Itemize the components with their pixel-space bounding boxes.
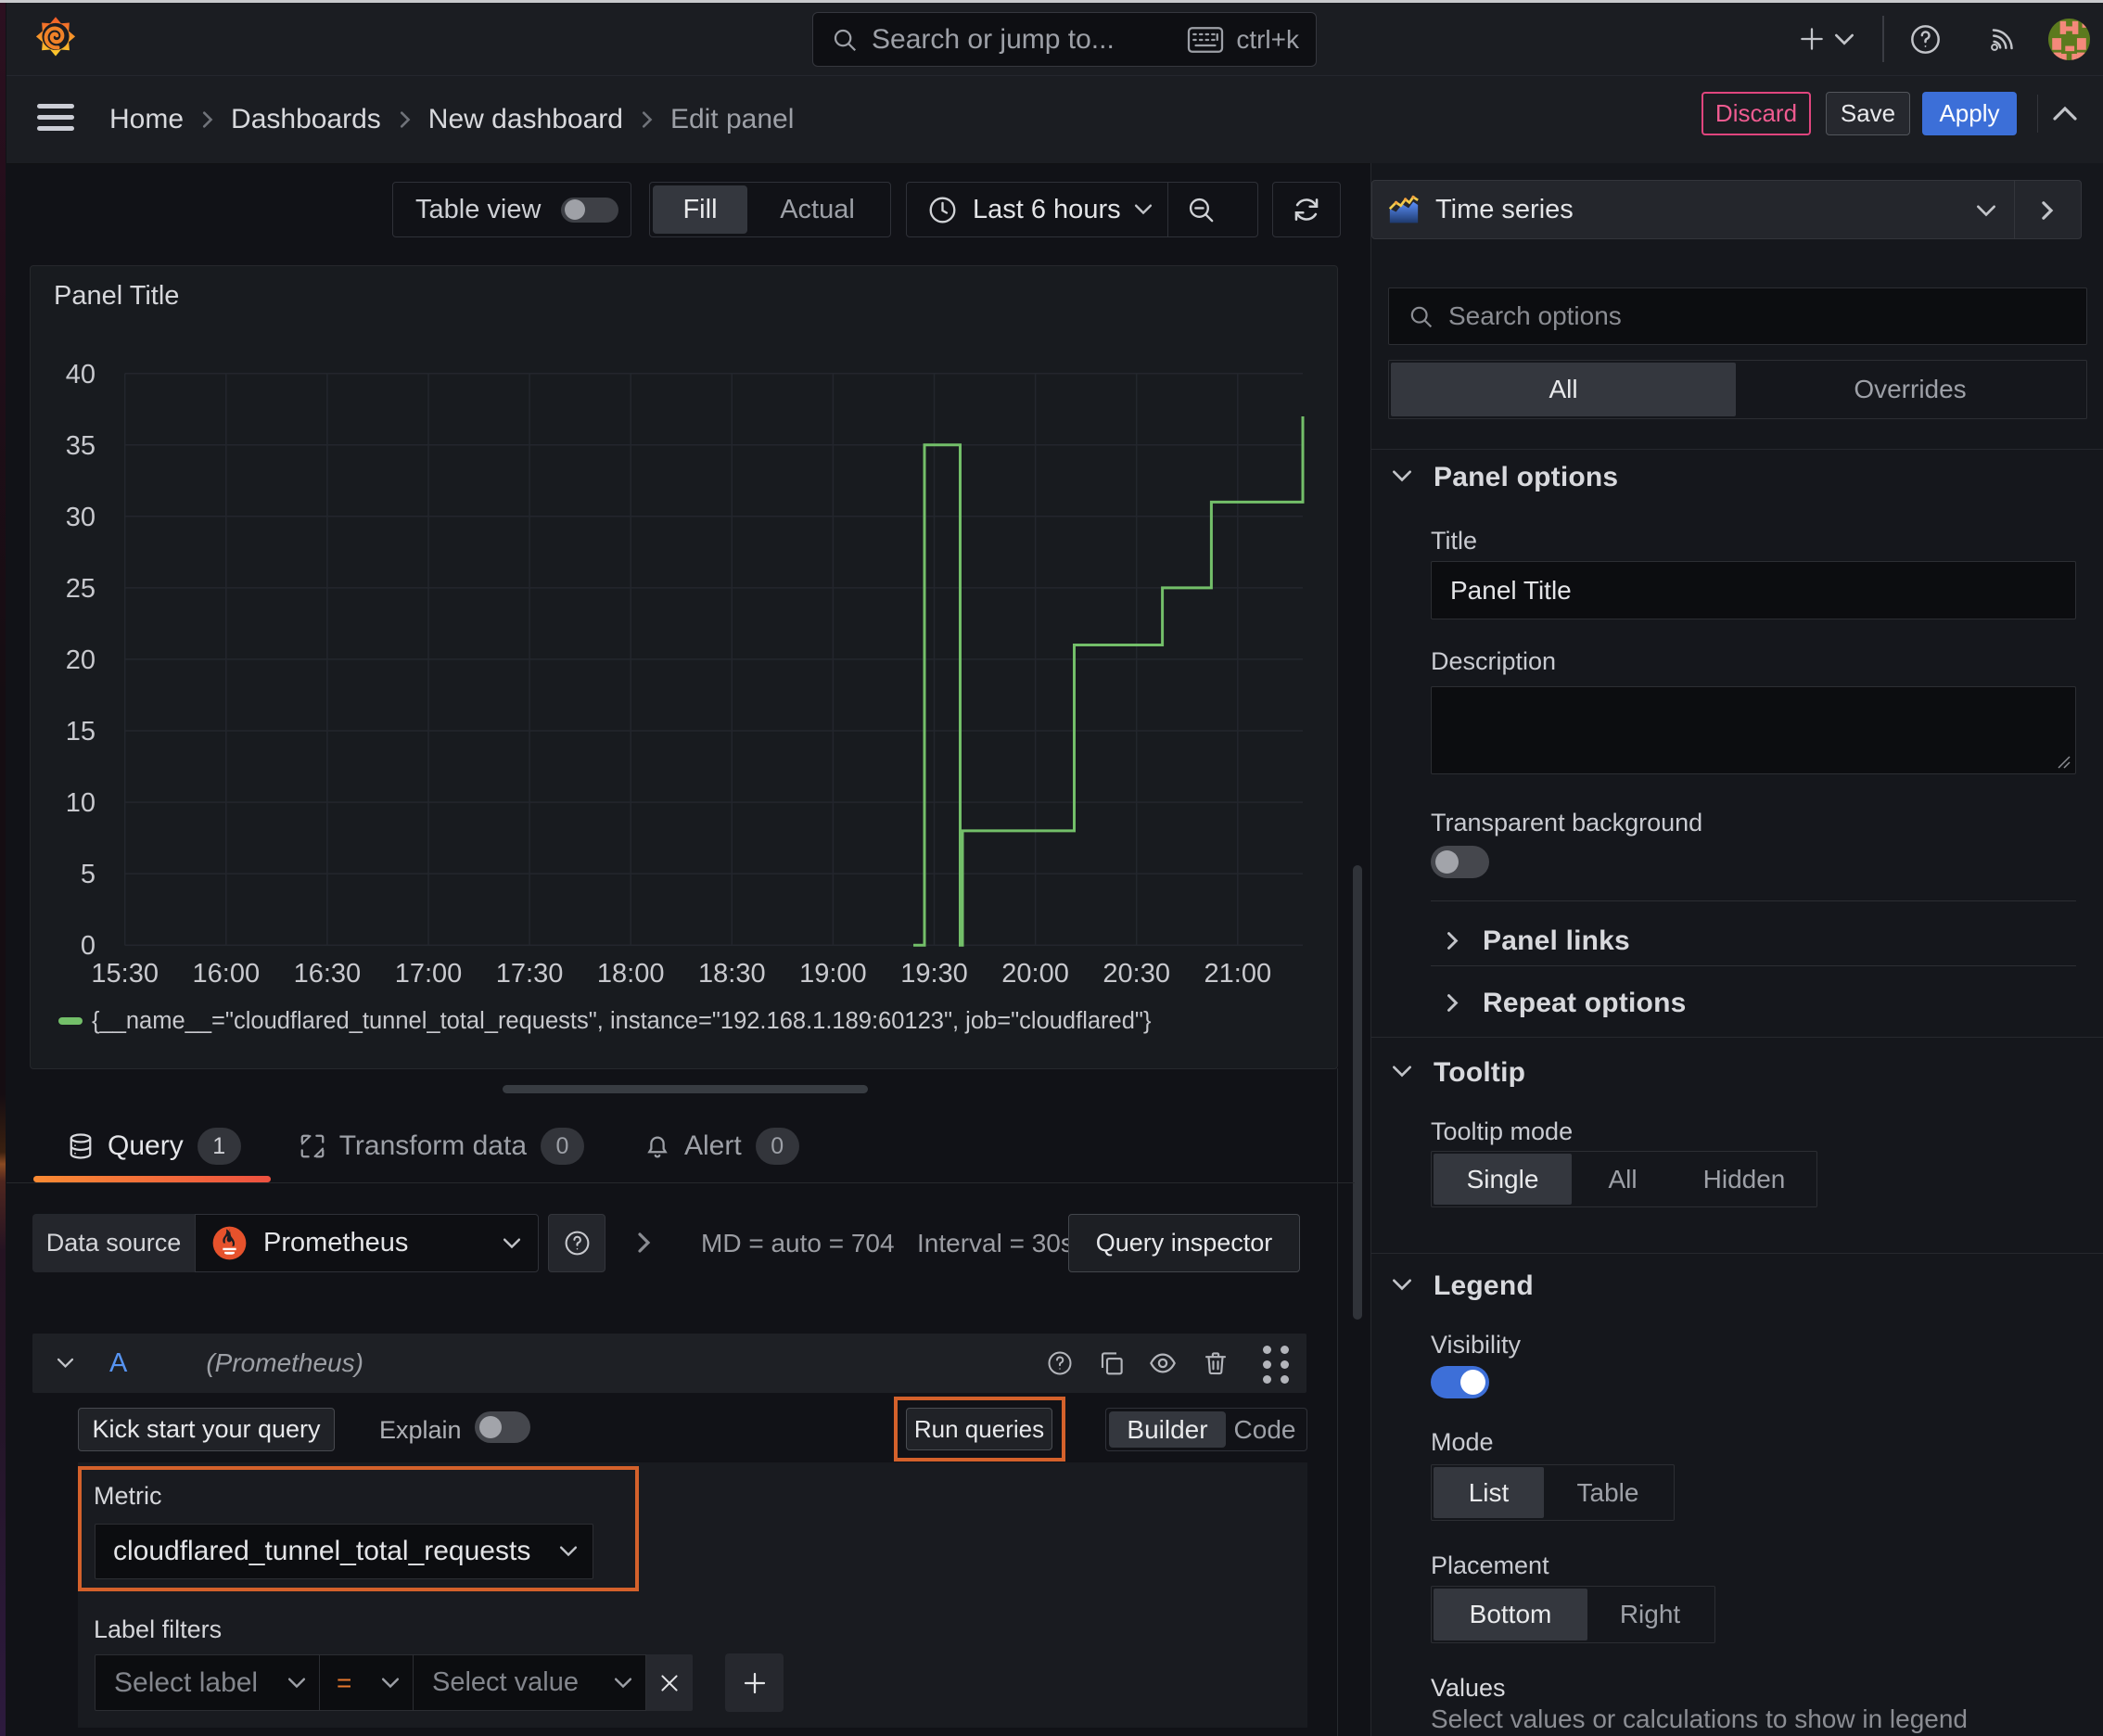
svg-text:15: 15 <box>66 717 96 747</box>
svg-text:20:00: 20:00 <box>1001 959 1069 989</box>
svg-text:18:00: 18:00 <box>597 959 665 989</box>
svg-text:19:30: 19:30 <box>900 959 968 989</box>
svg-text:18:30: 18:30 <box>698 959 766 989</box>
svg-text:21:00: 21:00 <box>1204 959 1272 989</box>
svg-text:19:00: 19:00 <box>799 959 867 989</box>
svg-text:17:30: 17:30 <box>496 959 564 989</box>
svg-text:5: 5 <box>81 860 96 889</box>
svg-text:16:00: 16:00 <box>193 959 261 989</box>
svg-text:35: 35 <box>66 431 96 461</box>
svg-text:25: 25 <box>66 574 96 604</box>
svg-text:30: 30 <box>66 503 96 532</box>
svg-text:17:00: 17:00 <box>395 959 463 989</box>
svg-text:20:30: 20:30 <box>1102 959 1170 989</box>
svg-text:15:30: 15:30 <box>91 959 159 989</box>
svg-text:0: 0 <box>81 931 96 961</box>
svg-text:{__name__="cloudflared_tunnel_: {__name__="cloudflared_tunnel_total_requ… <box>92 1008 1152 1034</box>
svg-text:10: 10 <box>66 788 96 818</box>
svg-text:20: 20 <box>66 645 96 675</box>
svg-text:40: 40 <box>66 360 96 389</box>
svg-text:16:30: 16:30 <box>294 959 362 989</box>
